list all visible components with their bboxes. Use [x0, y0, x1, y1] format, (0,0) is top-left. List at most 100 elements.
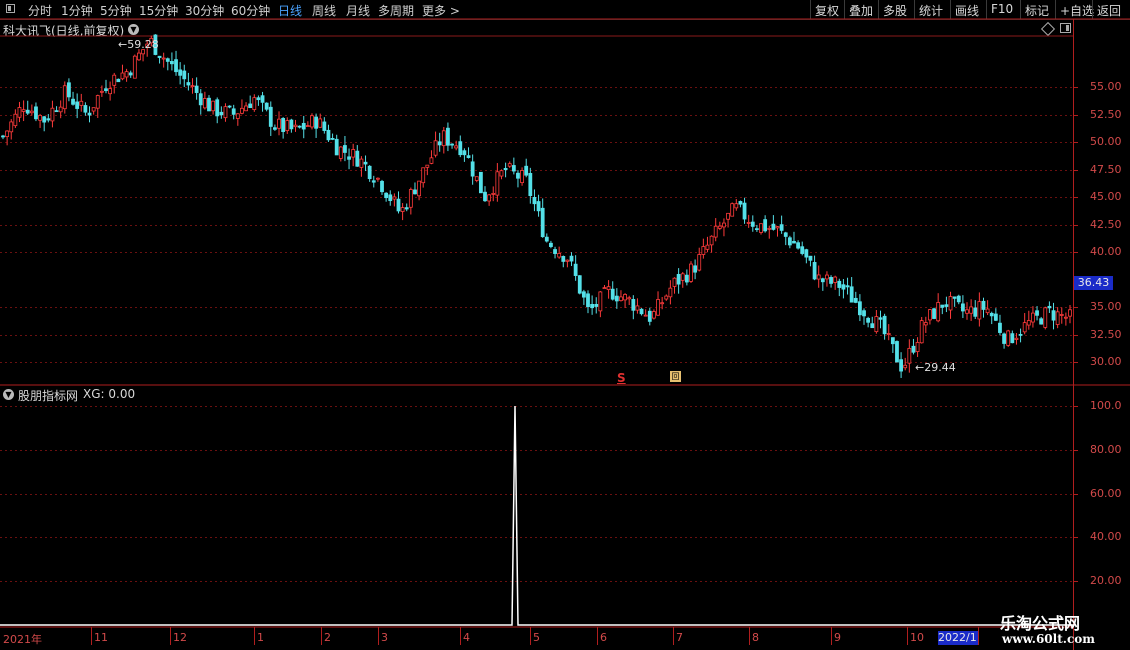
candle-body	[701, 246, 706, 255]
candle-body	[137, 52, 141, 61]
candle-body	[392, 196, 397, 200]
candle-body	[384, 192, 389, 199]
candle-body	[1059, 314, 1064, 316]
month-label: 6	[600, 631, 607, 644]
month-label: 8	[752, 631, 759, 644]
candle-body	[660, 302, 665, 305]
candle-body	[750, 221, 755, 227]
indicator-tick-label: 40.00	[1090, 530, 1122, 544]
event-marker-icon[interactable]: 回	[670, 371, 681, 382]
candle-body	[46, 118, 51, 121]
price-tick-label: 40.00	[1090, 245, 1122, 258]
candle-body	[301, 122, 306, 130]
candle-body	[34, 106, 38, 120]
candle-body	[528, 172, 533, 197]
candle-body	[466, 155, 471, 158]
candle-body	[116, 78, 121, 83]
candle-body	[124, 71, 129, 78]
candle-body	[240, 107, 244, 114]
candle-body	[726, 212, 730, 220]
candle-body	[29, 110, 34, 114]
current-price-tag: 36.43	[1074, 276, 1113, 290]
candle-body	[194, 85, 199, 93]
low-price-label: ←29.44	[915, 361, 956, 374]
candle-body	[936, 302, 941, 322]
candle-body	[128, 72, 133, 76]
candle-body	[252, 97, 257, 110]
candle-body	[338, 146, 343, 159]
candle-body	[825, 274, 829, 280]
candle-body	[347, 156, 351, 160]
candle-body	[1018, 334, 1023, 336]
candle-body	[433, 140, 438, 156]
candle-body	[779, 224, 784, 231]
candle-body	[977, 301, 982, 320]
candle-body	[54, 110, 59, 113]
candle-body	[441, 130, 446, 147]
candle-body	[227, 105, 232, 108]
watermark-url: www.60lt.com	[1002, 632, 1095, 646]
candle-body	[99, 90, 104, 93]
candle-body	[767, 227, 772, 230]
candle-body	[1002, 333, 1006, 344]
candle-body	[833, 276, 838, 283]
candle-body	[697, 254, 702, 271]
candle-body	[355, 150, 360, 167]
candle-body	[684, 274, 689, 283]
candle-body	[95, 95, 100, 109]
signal-s-marker[interactable]: S	[617, 371, 626, 385]
candle-body	[540, 207, 545, 238]
candle-body	[656, 299, 660, 316]
candle-body	[281, 118, 286, 132]
candle-body	[911, 345, 916, 353]
price-tick-label: 50.00	[1090, 135, 1122, 148]
candle-body	[1068, 309, 1072, 317]
candle-body	[326, 129, 331, 141]
month-label: 9	[834, 631, 841, 644]
candle-body	[759, 223, 763, 233]
kline-chart[interactable]	[0, 0, 1130, 650]
candle-body	[293, 124, 298, 128]
month-label: 2	[324, 631, 331, 644]
candle-body	[235, 113, 240, 119]
candle-body	[314, 116, 318, 129]
candle-body	[363, 161, 368, 165]
candle-body	[1026, 320, 1031, 326]
candle-body	[614, 295, 619, 302]
candle-body	[207, 97, 211, 112]
candle-body	[87, 112, 92, 116]
candle-body	[606, 286, 611, 290]
candle-body	[796, 242, 801, 249]
candle-body	[561, 256, 566, 262]
candle-body	[829, 277, 833, 284]
candle-body	[969, 306, 974, 314]
candle-body	[507, 163, 512, 167]
candle-body	[841, 284, 846, 290]
candle-body	[42, 116, 47, 123]
price-tick-label: 47.50	[1090, 162, 1122, 176]
candle-body	[965, 309, 969, 314]
candle-body	[9, 121, 14, 133]
candle-body	[989, 312, 994, 317]
candle-body	[890, 337, 895, 345]
candle-body	[635, 305, 640, 311]
candle-body	[866, 317, 871, 323]
candle-body	[532, 197, 537, 205]
candle-body	[602, 287, 607, 290]
candle-body	[862, 310, 866, 317]
candle-body	[808, 255, 813, 261]
candle-body	[120, 72, 125, 80]
candle-body	[359, 158, 364, 168]
candle-body	[1014, 337, 1019, 340]
candle-body	[800, 246, 805, 254]
candle-body	[264, 102, 269, 110]
low-price-value: 29.44	[924, 361, 956, 374]
candle-body	[627, 297, 632, 300]
candle-body	[310, 115, 314, 128]
candle-body	[487, 194, 492, 202]
candle-body	[425, 164, 430, 168]
candle-body	[458, 141, 463, 156]
candle-body	[536, 201, 541, 212]
candle-body	[544, 236, 549, 242]
candle-body	[870, 323, 875, 329]
